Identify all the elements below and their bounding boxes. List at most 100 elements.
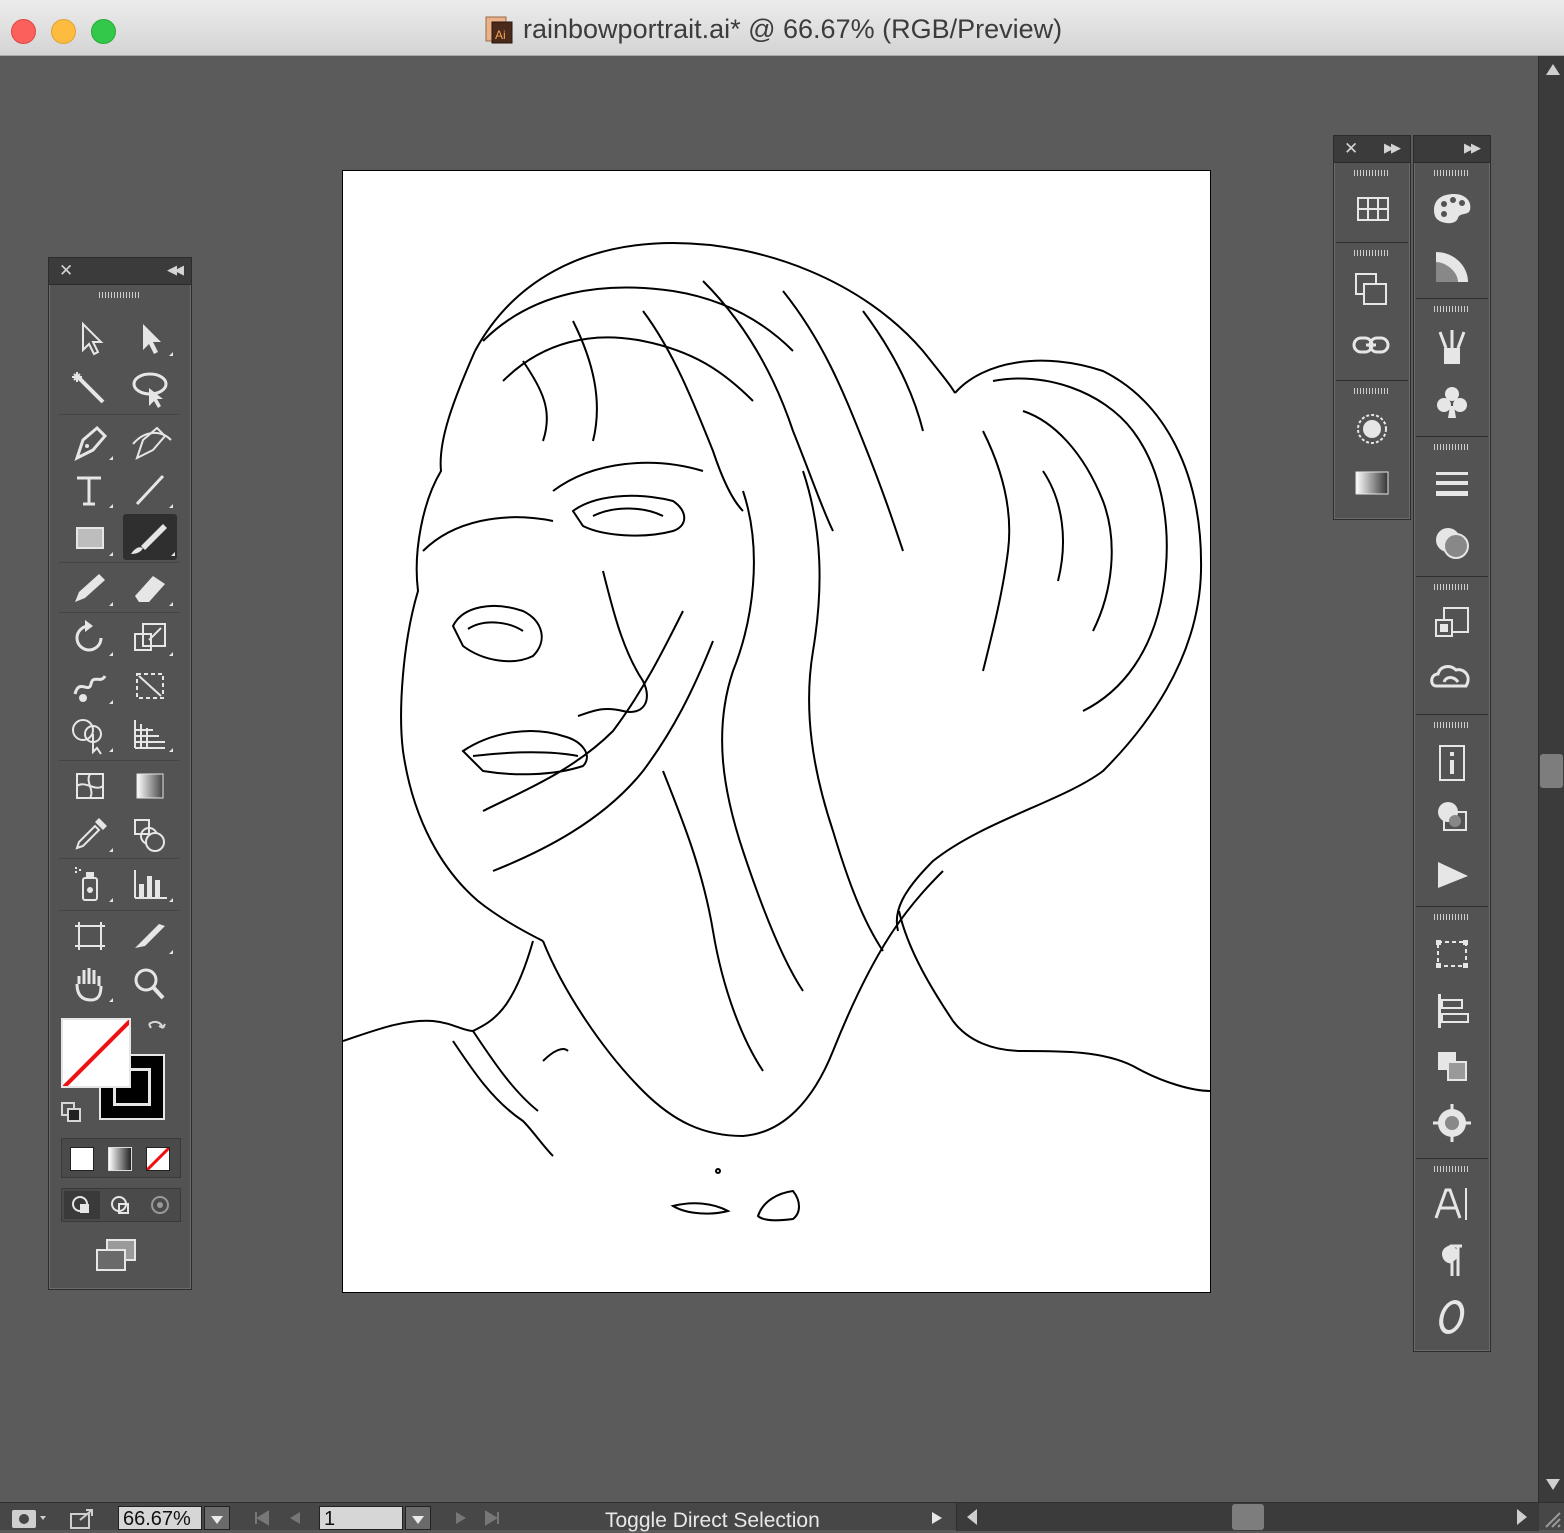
gradient-panel-button[interactable]: [1344, 458, 1400, 508]
symbol-sprayer-tool[interactable]: [65, 862, 115, 906]
artboard-tool[interactable]: [65, 914, 115, 958]
resize-grip-icon[interactable]: [1540, 1507, 1562, 1529]
first-artboard-icon[interactable]: [250, 1506, 274, 1530]
scroll-left-arrow-icon[interactable]: [963, 1507, 981, 1527]
creative-cloud-libraries-button[interactable]: [1424, 654, 1480, 704]
last-artboard-icon[interactable]: [480, 1506, 504, 1530]
next-artboard-icon[interactable]: [448, 1506, 472, 1530]
free-transform-tool[interactable]: [125, 664, 175, 708]
none-mode-button[interactable]: [146, 1147, 170, 1171]
zoom-field[interactable]: 66.67%: [118, 1506, 202, 1530]
hand-tool[interactable]: [65, 962, 115, 1006]
transform-button[interactable]: [1344, 264, 1400, 314]
default-fill-stroke-icon[interactable]: [59, 1100, 83, 1124]
paintbrush-tool[interactable]: [123, 514, 177, 560]
panel-grip[interactable]: [1434, 722, 1470, 728]
appearance-button[interactable]: [1344, 404, 1400, 454]
panel-grip[interactable]: [1434, 444, 1470, 450]
lasso-tool[interactable]: [125, 366, 175, 410]
graphic-styles-button[interactable]: [1424, 792, 1480, 842]
info-button[interactable]: [1424, 738, 1480, 788]
document-settings-icon[interactable]: [10, 1506, 48, 1530]
panel-grip[interactable]: [1434, 914, 1470, 920]
zoom-dropdown[interactable]: [204, 1506, 230, 1530]
window-minimize-button[interactable]: [51, 19, 76, 44]
transparency-button[interactable]: [1424, 518, 1480, 568]
swatches-button[interactable]: [1344, 184, 1400, 234]
horizontal-scroll-thumb[interactable]: [1232, 1504, 1264, 1530]
rectangle-tool[interactable]: [65, 516, 115, 560]
pathfinder-button[interactable]: [1424, 1042, 1480, 1092]
share-icon[interactable]: [68, 1506, 98, 1530]
magic-wand-tool[interactable]: [65, 366, 115, 410]
warp-tool[interactable]: [65, 664, 115, 708]
pencil-tool[interactable]: [65, 566, 115, 610]
selection-tool[interactable]: [65, 316, 115, 360]
panel-grip[interactable]: [1354, 250, 1390, 256]
blend-tool[interactable]: [125, 812, 175, 856]
panel-grip[interactable]: [1354, 170, 1390, 176]
gradient-tool[interactable]: [125, 764, 175, 808]
rotate-tool[interactable]: [65, 616, 115, 660]
gradient-mode-button[interactable]: [108, 1147, 132, 1171]
scale-tool[interactable]: [125, 616, 175, 660]
zoom-tool[interactable]: [125, 962, 175, 1006]
direct-selection-tool[interactable]: [125, 316, 175, 360]
scroll-down-arrow-icon[interactable]: [1546, 1479, 1560, 1490]
panel-expand-icon[interactable]: ▶▶: [1384, 140, 1401, 156]
links-button[interactable]: [1344, 320, 1400, 370]
status-menu-arrow-icon[interactable]: [926, 1506, 946, 1530]
swap-fill-stroke-icon[interactable]: [145, 1016, 169, 1040]
curvature-tool[interactable]: [125, 420, 175, 464]
vertical-scrollbar[interactable]: [1538, 56, 1564, 1502]
previous-artboard-icon[interactable]: [284, 1506, 308, 1530]
draw-normal-button[interactable]: [64, 1191, 100, 1219]
align-button[interactable]: [1424, 986, 1480, 1036]
panel-grip[interactable]: [99, 292, 139, 298]
artboard-number-field[interactable]: 1: [319, 1506, 403, 1530]
panel-grip[interactable]: [1434, 1166, 1470, 1172]
scroll-thumb[interactable]: [1540, 754, 1563, 788]
perspective-grid-tool[interactable]: [125, 712, 175, 756]
color-button[interactable]: [1424, 184, 1480, 234]
panel-grip[interactable]: [1434, 306, 1470, 312]
panel-collapse-icon[interactable]: ◀◀: [167, 262, 184, 278]
column-graph-tool[interactable]: [125, 862, 175, 906]
character-button[interactable]: [1424, 1180, 1480, 1230]
actions-button[interactable]: [1424, 850, 1480, 900]
eyedropper-tool[interactable]: [65, 812, 115, 856]
type-tool[interactable]: [65, 468, 115, 512]
scroll-right-arrow-icon[interactable]: [1513, 1507, 1531, 1527]
navigator-target-button[interactable]: [1424, 1098, 1480, 1148]
window-close-button[interactable]: [11, 19, 36, 44]
pen-tool[interactable]: [65, 420, 115, 464]
panel-grip[interactable]: [1434, 584, 1470, 590]
window-zoom-button[interactable]: [91, 19, 116, 44]
panel-grip[interactable]: [1434, 170, 1470, 176]
symbols-button[interactable]: [1424, 378, 1480, 428]
stroke-button[interactable]: [1424, 458, 1480, 508]
draw-inside-button[interactable]: [142, 1191, 178, 1219]
panel-expand-icon[interactable]: ▶▶: [1464, 140, 1481, 156]
scroll-up-arrow-icon[interactable]: [1546, 64, 1560, 75]
draw-behind-button[interactable]: [103, 1191, 139, 1219]
color-mode-button[interactable]: [70, 1147, 94, 1171]
mesh-tool[interactable]: [65, 764, 115, 808]
panel-close-icon[interactable]: ✕: [1344, 139, 1358, 159]
panel-close-icon[interactable]: ✕: [59, 261, 73, 281]
eraser-tool[interactable]: [125, 566, 175, 610]
slice-tool[interactable]: [125, 914, 175, 958]
fill-swatch[interactable]: [61, 1018, 131, 1088]
panel-grip[interactable]: [1354, 388, 1390, 394]
screen-mode-icon[interactable]: [93, 1238, 139, 1272]
navigator-button[interactable]: [1424, 598, 1480, 648]
brushes-button[interactable]: [1424, 322, 1480, 372]
artboard[interactable]: [342, 170, 1211, 1293]
horizontal-scrollbar[interactable]: [956, 1503, 1539, 1531]
shape-builder-tool[interactable]: [65, 712, 115, 756]
opentype-button[interactable]: [1424, 1292, 1480, 1342]
artboard-dropdown[interactable]: [405, 1506, 431, 1530]
artboards-button[interactable]: [1424, 930, 1480, 980]
paragraph-button[interactable]: [1424, 1236, 1480, 1286]
color-guide-button[interactable]: [1424, 242, 1480, 292]
